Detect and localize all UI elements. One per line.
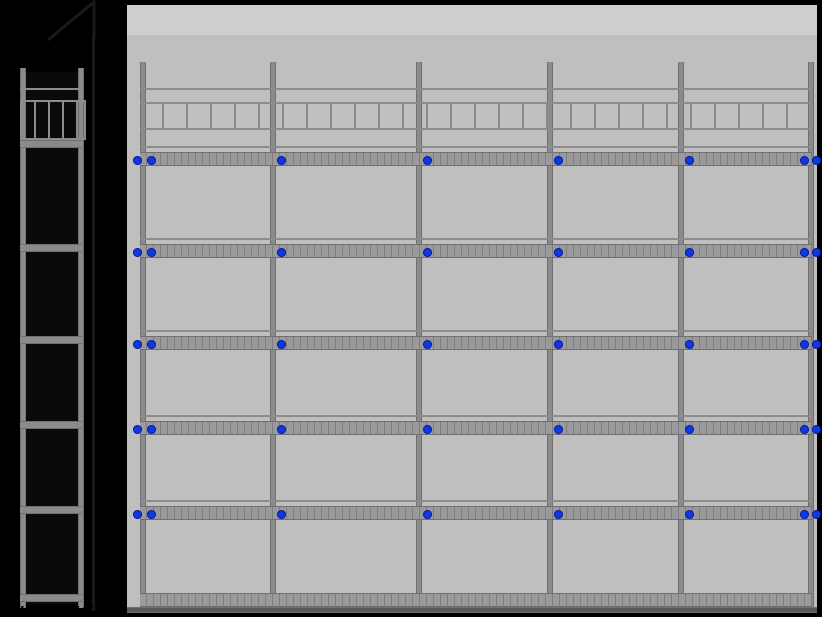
anchor-tie	[277, 510, 286, 519]
spigot	[416, 62, 422, 70]
building-line-side	[92, 36, 95, 611]
ledger	[140, 415, 812, 417]
ledger	[140, 146, 812, 148]
scaffold-diagram	[0, 0, 822, 617]
deck-row	[140, 244, 812, 258]
anchor-tie	[812, 248, 821, 257]
anchor-tie	[800, 248, 809, 257]
anchor-tie	[423, 340, 432, 349]
top-rail	[140, 88, 812, 90]
anchor-tie	[800, 156, 809, 165]
anchor-tie	[554, 248, 563, 257]
anchor-tie	[277, 156, 286, 165]
anchor-tie	[812, 510, 821, 519]
anchor-tie	[554, 510, 563, 519]
anchor-tie	[277, 340, 286, 349]
anchor-tie	[554, 156, 563, 165]
spigot	[547, 62, 553, 70]
deck-side	[20, 140, 82, 148]
parapet-band	[127, 5, 817, 35]
deck-row-base	[140, 593, 812, 607]
anchor-tie	[147, 510, 156, 519]
anchor-tie	[800, 510, 809, 519]
deck-side	[20, 506, 82, 514]
base-ledger	[127, 607, 817, 613]
anchor-tie	[685, 425, 694, 434]
building-wall-front	[127, 5, 817, 611]
anchor-tie	[812, 340, 821, 349]
anchor-tie	[133, 425, 142, 434]
anchor-tie	[277, 248, 286, 257]
deck-side	[20, 594, 82, 602]
anchor-tie	[133, 340, 142, 349]
anchor-tie	[812, 156, 821, 165]
deck-row	[140, 421, 812, 435]
deck-row	[140, 152, 812, 166]
roof-line-icon	[44, 0, 98, 44]
anchor-tie	[423, 248, 432, 257]
anchor-tie	[554, 340, 563, 349]
anchor-tie	[812, 425, 821, 434]
ledger	[140, 330, 812, 332]
anchor-tie	[423, 510, 432, 519]
deck-row	[140, 336, 812, 350]
top-rail-side	[20, 88, 82, 90]
anchor-tie	[685, 248, 694, 257]
anchor-tie	[147, 156, 156, 165]
ledger	[140, 238, 812, 240]
ground-hatch	[8, 606, 98, 614]
anchor-tie	[685, 156, 694, 165]
guardrail-run	[140, 102, 812, 130]
anchor-tie	[423, 425, 432, 434]
spigot	[270, 62, 276, 70]
anchor-tie	[277, 425, 286, 434]
anchor-tie	[133, 156, 142, 165]
deck-row	[140, 506, 812, 520]
deck-side	[20, 244, 82, 252]
anchor-tie	[685, 340, 694, 349]
anchor-tie	[685, 510, 694, 519]
anchor-tie	[133, 248, 142, 257]
deck-side	[20, 421, 82, 429]
anchor-tie	[800, 425, 809, 434]
guardrail-side	[20, 100, 86, 140]
spigot	[678, 62, 684, 70]
anchor-tie	[147, 425, 156, 434]
anchor-tie	[147, 340, 156, 349]
anchor-tie	[133, 510, 142, 519]
anchor-tie	[554, 425, 563, 434]
spigot	[140, 62, 146, 70]
anchor-tie	[147, 248, 156, 257]
spigot	[808, 62, 814, 70]
ledger	[140, 500, 812, 502]
deck-side	[20, 336, 82, 344]
anchor-tie	[800, 340, 809, 349]
anchor-tie	[423, 156, 432, 165]
